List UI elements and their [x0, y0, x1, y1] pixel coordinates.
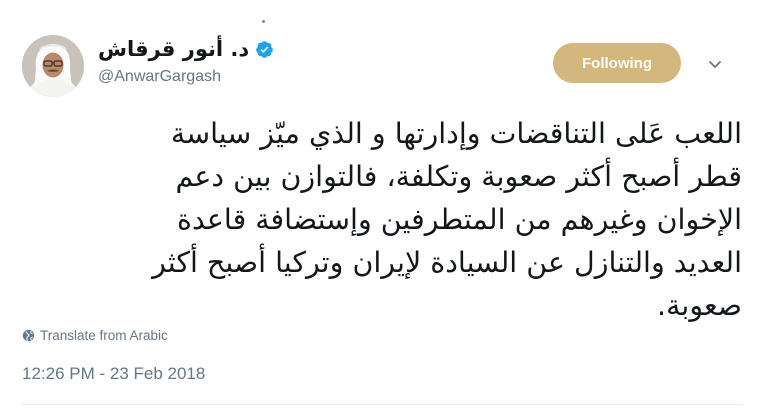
tweet-card: د. أنور قرقاش @AnwarGargash Following ال… [0, 0, 768, 409]
tweet-text-line: صعوبة. [657, 289, 742, 322]
name-row: د. أنور قرقاش [98, 34, 274, 64]
user-avatar-photo-icon [22, 35, 84, 97]
tweet-text-line: العديد والتنازل عن السيادة لإيران وتركيا… [152, 246, 742, 279]
tweet-timestamp[interactable]: 12:26 PM - 23 Feb 2018 [22, 364, 205, 384]
translate-tweet-link[interactable]: Translate from Arabic [22, 325, 168, 345]
tweet-text-line: قطر أصبح أكثر صعوبة وتكلفة، فالتوازن بين… [175, 160, 742, 193]
globe-icon [22, 329, 35, 341]
tweet-text-line: الإخوان وغيرهم من المتطرفين وإستضافة قاع… [177, 203, 742, 236]
verified-badge-icon [256, 40, 273, 58]
chevron-down-icon[interactable] [707, 56, 723, 72]
display-name[interactable]: د. أنور قرقاش [98, 37, 249, 61]
following-button[interactable]: Following [553, 43, 681, 83]
tweet-text-line: اللعب عَلى التناقضات وإدارتها و الذي ميّ… [170, 117, 742, 150]
user-info: د. أنور قرقاش @AnwarGargash [98, 34, 358, 94]
translate-label: Translate from Arabic [40, 327, 168, 343]
tweet-text: اللعب عَلى التناقضات وإدارتها و الذي ميّ… [36, 112, 742, 327]
user-handle[interactable]: @AnwarGargash [98, 68, 221, 86]
divider [22, 404, 742, 405]
avatar[interactable] [22, 35, 84, 97]
decorative-dot [262, 20, 265, 23]
